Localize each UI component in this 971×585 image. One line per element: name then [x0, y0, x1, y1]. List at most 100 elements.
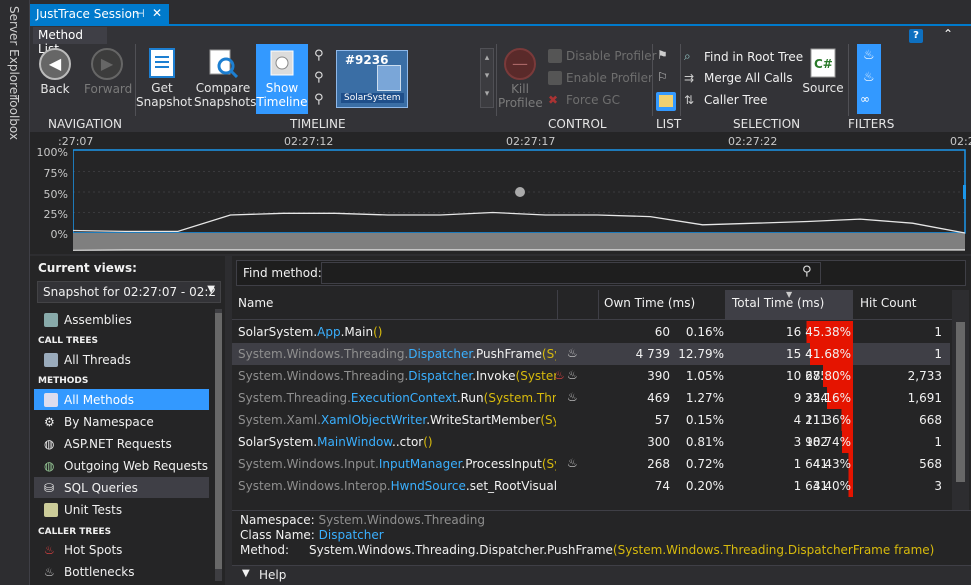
column-hit-count[interactable]: Hit Count [860, 296, 917, 310]
toolbox-tab[interactable]: Toolbox [7, 95, 21, 140]
table-row[interactable]: System.Windows.Threading.Dispatcher.Invo… [232, 365, 950, 387]
timeline-marker[interactable] [515, 187, 525, 197]
method-signature: System.Windows.Threading.Dispatcher.Push… [309, 543, 934, 557]
snapshot-select[interactable]: Snapshot for 02:27:07 - 02:2 ▼ [37, 281, 221, 303]
column-name[interactable]: Name [238, 296, 273, 310]
tab-method-list[interactable]: Method List [33, 27, 107, 56]
table-row[interactable]: SolarSystem.MainWindow..ctor()3000.81%3 … [232, 431, 950, 453]
table-row[interactable]: System.Windows.Input.InputManager.Proces… [232, 453, 950, 475]
timeline-scrollbar[interactable] [73, 233, 965, 251]
view-assemblies[interactable]: Assemblies [34, 309, 209, 330]
forward-button[interactable]: ▶ Forward [84, 48, 133, 96]
method-namespace: System.Windows.Input. [238, 457, 379, 471]
force-gc-button[interactable]: ✖ Force GC [548, 93, 620, 107]
table-row[interactable]: System.Windows.Interop.HwndSource.set_Ro… [232, 475, 950, 497]
glasses-filter-icon[interactable]: ∞ [860, 92, 870, 106]
timeline-right-handle[interactable] [963, 185, 966, 199]
hit-count-cell: 568 [919, 457, 942, 471]
y-label: 25% [43, 208, 68, 221]
total-percent-cell: 4.40% [795, 475, 853, 497]
kill-profilee-button[interactable]: — Kill Profilee [498, 48, 543, 110]
view-aspnet-requests[interactable]: ◍ ASP.NET Requests [34, 433, 209, 454]
column-total-time[interactable]: Total Time (ms) [732, 296, 824, 310]
flame-filter-icon-1[interactable]: ♨ [863, 48, 875, 63]
hit-count-cell: 3 [934, 479, 942, 493]
pin-icon[interactable]: ⊣ [135, 7, 145, 20]
all-methods-label: All Methods [64, 392, 134, 407]
own-time-cell: 469 [647, 391, 670, 405]
own-percent-cell: 0.20% [685, 479, 724, 493]
group-navigation: NAVIGATION [48, 117, 123, 131]
table-row[interactable]: System.Threading.ExecutionContext.Run(Sy… [232, 387, 950, 409]
assemblies-label: Assemblies [64, 312, 132, 327]
view-bottlenecks[interactable]: ♨ Bottlenecks [34, 561, 209, 582]
table-row[interactable]: System.Windows.Threading.Dispatcher.Push… [232, 343, 950, 365]
method-args: (System. [541, 457, 556, 471]
method-args: () [373, 325, 383, 339]
view-unit-tests[interactable]: Unit Tests [34, 499, 209, 520]
snapshot-scroller[interactable]: ▴ ▾ ▾ [480, 48, 494, 108]
help-bar[interactable]: ▼ Help [232, 565, 971, 585]
forward-label: Forward [84, 82, 133, 96]
method-namespace: System.Threading. [238, 391, 351, 405]
view-by-namespace[interactable]: ⚙ By Namespace [34, 411, 209, 432]
merge-icon: ⇉ [684, 71, 695, 85]
flame-filter-icon-2[interactable]: ♨ [863, 70, 875, 85]
method-args: (System.X [540, 413, 556, 427]
close-icon[interactable]: ✕ [152, 6, 162, 20]
compare-snapshots-button[interactable]: Compare Snapshots [194, 48, 256, 109]
timeline-chart[interactable] [73, 149, 966, 253]
back-button[interactable]: ◀ Back [36, 48, 74, 96]
snapshot-thumbnail[interactable]: #9236 SolarSystem [336, 50, 408, 108]
divider [598, 290, 599, 320]
table-row[interactable]: System.Xaml.XamlObjectWriter.WriteStartM… [232, 409, 950, 431]
timeline-tick: 02:27:27 [950, 135, 971, 148]
find-method-input[interactable] [321, 262, 821, 284]
enable-profiler-button[interactable]: Enable Profiler [548, 71, 653, 85]
view-all-methods[interactable]: All Methods [34, 389, 209, 410]
hit-count-cell: 1,691 [907, 391, 942, 405]
list-view-icon[interactable]: ⚑ [657, 48, 675, 64]
kill-label-1: Kill [511, 82, 529, 96]
method-member: .Main [340, 325, 374, 339]
timeline-icon [266, 48, 298, 78]
views-scrollbar[interactable] [215, 309, 222, 581]
caller-tree-button[interactable]: ⇅ Caller Tree [684, 93, 768, 107]
filter-list-icon[interactable] [656, 92, 676, 111]
unit-tests-icon [44, 502, 58, 517]
binoculars-icon: ⌕ [684, 49, 691, 63]
get-snapshot-button[interactable]: Get Snapshot [136, 48, 192, 109]
show-timeline-button[interactable]: Show Timeline [256, 44, 308, 114]
column-own-time[interactable]: Own Time (ms) [604, 296, 695, 310]
view-hot-spots[interactable]: ♨ Hot Spots [34, 539, 209, 560]
find-in-root-tree-button[interactable]: ⌕ Find in Root Tree [684, 49, 803, 64]
view-all-threads[interactable]: All Threads [34, 349, 209, 370]
table-row[interactable]: SolarSystem.App.Main()600.16%16 82045.38… [232, 321, 950, 343]
help-icon[interactable]: ? [909, 29, 923, 43]
grid-scrollbar[interactable] [952, 290, 969, 510]
search-icon[interactable]: ⚲ [802, 264, 812, 279]
hit-count-cell: 2,733 [907, 369, 942, 383]
find-method-bar: Find method: ⚲ [236, 260, 966, 286]
group-icon[interactable]: ⚐ [657, 70, 675, 86]
document-tab[interactable]: JustTrace Session ⊣ ✕ [30, 4, 169, 24]
find-method-label: Find method: [243, 266, 322, 280]
class-value[interactable]: Dispatcher [319, 528, 384, 542]
view-sql-queries[interactable]: ⛁ SQL Queries [34, 477, 209, 498]
timeline-tick: 02:27:22 [728, 135, 778, 148]
profile-icon-2[interactable]: ⚲ [314, 70, 330, 86]
method-member: .PushFrame [472, 347, 542, 361]
source-button[interactable]: C# Source [802, 48, 844, 95]
class-line: Class Name: Dispatcher [240, 528, 384, 542]
view-outgoing-web-requests[interactable]: ◍ Outgoing Web Requests [34, 455, 209, 476]
server-explorer-tab[interactable]: Server Explorer [7, 6, 21, 99]
merge-all-calls-button[interactable]: ⇉ Merge All Calls [684, 71, 793, 85]
group-label-bar [30, 116, 971, 132]
collapse-ribbon-icon[interactable]: ⌃ [943, 27, 953, 41]
disable-profiler-button[interactable]: Disable Profiler [548, 49, 657, 63]
profile-icon-1[interactable]: ⚲ [314, 48, 330, 64]
unit-tests-label: Unit Tests [64, 502, 123, 517]
profile-icon-3[interactable]: ⚲ [314, 92, 330, 108]
outgoing-globe-icon: ◍ [44, 458, 55, 473]
total-percent-cell: 11.36% [795, 409, 853, 431]
